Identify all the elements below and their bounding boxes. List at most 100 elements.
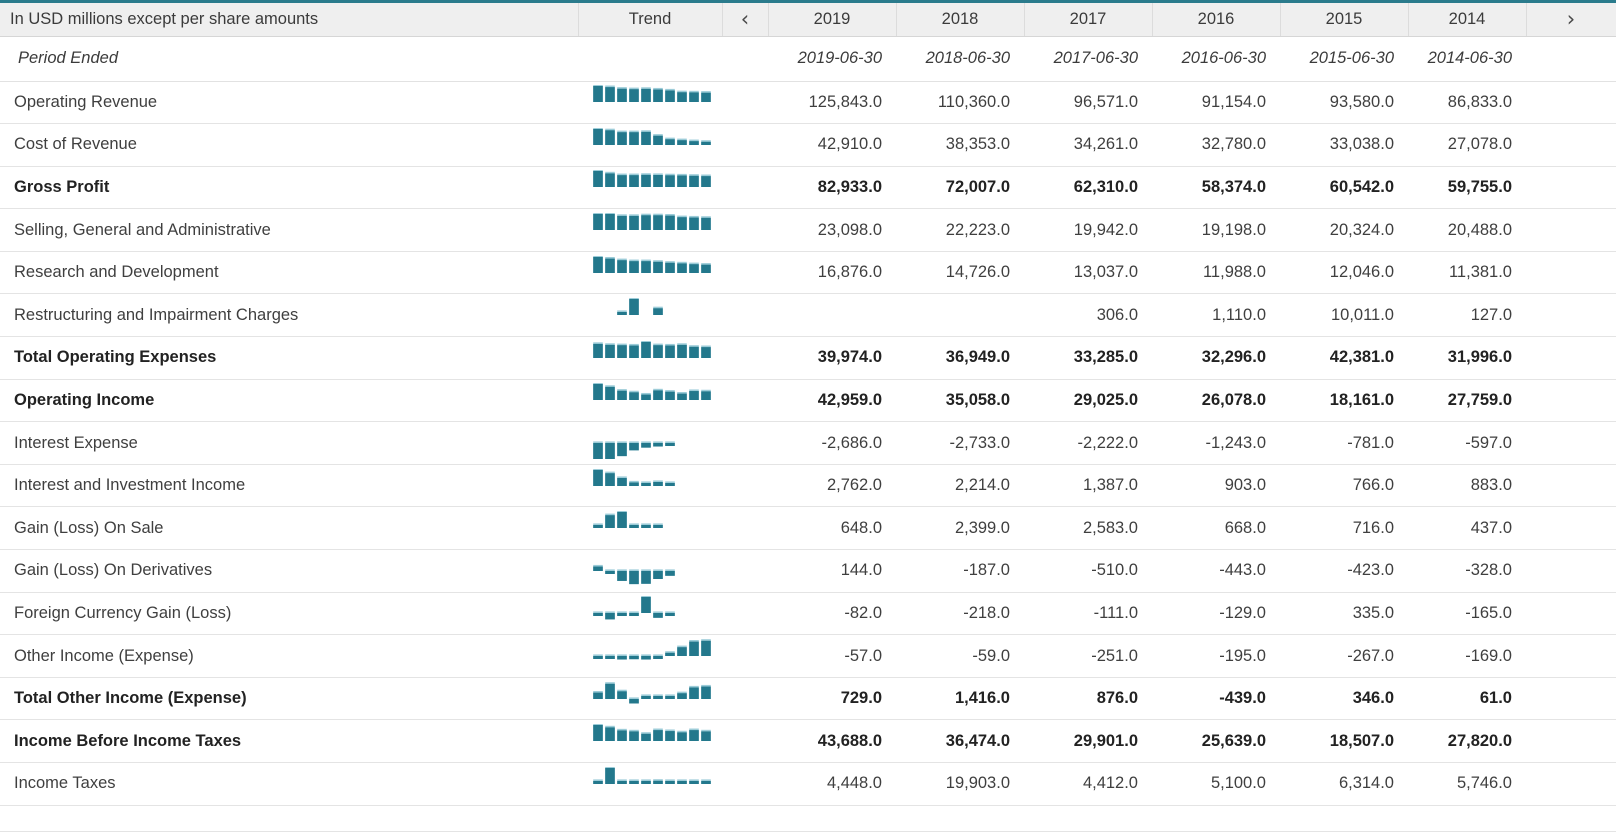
cell-value: 4,412.0 [1024,762,1152,806]
cell-value: 766.0 [1280,464,1408,508]
cell-value: -439.0 [1152,677,1280,721]
trend-sparkline [578,81,722,125]
header-year-1[interactable]: 2018 [896,3,1025,37]
trend-sparkline [578,336,722,380]
cell-value: 14,726.0 [896,251,1024,295]
cell-value: 91,154.0 [1152,81,1280,125]
cell-value: 306.0 [1024,293,1152,338]
nav-gap-cell-right [1526,464,1616,508]
header-year-4[interactable]: 2015 [1280,3,1409,37]
cell-value: 19,903.0 [896,762,1024,806]
cell-value: 2,762.0 [768,464,896,508]
cell-value: -187.0 [896,549,1024,593]
cell-value: 42,381.0 [1280,336,1408,380]
cell-value: 34,261.0 [1024,123,1152,167]
header-year-5[interactable]: 2014 [1408,3,1527,37]
nav-gap-cell-right [1526,336,1616,380]
header-year-0[interactable]: 2019 [768,3,897,37]
trend-sparkline [578,592,722,636]
cell-value: 1,416.0 [896,677,1024,721]
header-year-3[interactable]: 2016 [1152,3,1281,37]
header-label-column: In USD millions except per share amounts [0,3,579,37]
header-year-2[interactable]: 2017 [1024,3,1153,37]
cell-value: 6,314.0 [1280,762,1408,806]
cell-value: 26,078.0 [1152,379,1280,423]
prev-period-button[interactable]: ‹ [722,3,769,37]
row-label: Gain (Loss) On Sale [0,506,578,551]
row-label: Restructuring and Impairment Charges [0,293,578,338]
cell-value: 716.0 [1280,506,1408,551]
cell-value: 16,876.0 [768,251,896,295]
cell-value: -129.0 [1152,592,1280,636]
cell-value: 27,078.0 [1408,123,1526,167]
cell-value: 86,833.0 [1408,81,1526,125]
cell-value: 903.0 [1152,464,1280,508]
trend-sparkline [578,634,722,678]
cell-value: 27,759.0 [1408,379,1526,423]
cell-value: -111.0 [1024,592,1152,636]
table-row: Total Operating Expenses 39,974.0 36,949.0… [0,336,1616,380]
cell-value: 729.0 [768,677,896,721]
nav-gap-cell-right [1526,81,1616,125]
cell-value: 12,046.0 [1280,251,1408,295]
income-statement-table: In USD millions except per share amounts… [0,3,1616,806]
nav-gap-cell-right [1526,592,1616,636]
nav-gap-cell [722,123,768,167]
chevron-right-icon: › [1566,6,1576,31]
nav-gap-cell-right [1526,421,1616,465]
cell-value: -218.0 [896,592,1024,636]
header-trend-column: Trend [578,3,723,37]
table-row: Total Other Income (Expense) 729.0 1,416.0… [0,677,1616,721]
cell-value: -57.0 [768,634,896,678]
nav-gap-cell [722,208,768,252]
row-label: Operating Revenue [0,81,578,125]
table-header: In USD millions except per share amounts… [0,3,1616,37]
row-label: Interest and Investment Income [0,464,578,508]
cell-value: -251.0 [1024,634,1152,678]
financial-statement-table: In USD millions except per share amounts… [0,0,1616,832]
cell-value: -443.0 [1152,549,1280,593]
nav-gap-cell-right [1526,293,1616,338]
table-row: Operating Income 42,959.0 35,058.0 29,025.0… [0,379,1616,423]
cell-value: 4,448.0 [768,762,896,806]
cell-value [896,293,1024,338]
cell-value: 96,571.0 [1024,81,1152,125]
next-period-button[interactable]: › [1526,3,1616,37]
cell-value: 33,285.0 [1024,336,1152,380]
period-trend-blank [578,36,722,82]
row-label: Income Taxes [0,762,578,806]
row-label: Research and Development [0,251,578,295]
cell-value: -82.0 [768,592,896,636]
nav-gap-cell [722,251,768,295]
cell-value: 22,223.0 [896,208,1024,252]
cell-value: 346.0 [1280,677,1408,721]
nav-gap-cell-right [1526,166,1616,210]
cell-value: -2,222.0 [1024,421,1152,465]
trend-sparkline [578,379,722,423]
cell-value: 31,996.0 [1408,336,1526,380]
table-row: Restructuring and Impairment Charges 306.… [0,293,1616,338]
trend-sparkline [578,549,722,593]
cell-value: 20,488.0 [1408,208,1526,252]
cell-value: -2,733.0 [896,421,1024,465]
cell-value: 29,025.0 [1024,379,1152,423]
row-label: Foreign Currency Gain (Loss) [0,592,578,636]
nav-gap-cell-right [1526,251,1616,295]
trend-sparkline [578,208,722,252]
cell-value: 19,198.0 [1152,208,1280,252]
period-nav-blank [722,36,768,82]
cell-value: 23,098.0 [768,208,896,252]
cell-value: 62,310.0 [1024,166,1152,210]
period-date-2: 2017-06-30 [1024,36,1152,82]
row-label: Gain (Loss) On Derivatives [0,549,578,593]
cell-value: 335.0 [1280,592,1408,636]
cell-value: 668.0 [1152,506,1280,551]
nav-gap-cell [722,379,768,423]
row-label: Interest Expense [0,421,578,465]
nav-gap-cell-right [1526,379,1616,423]
row-label: Total Other Income (Expense) [0,677,578,721]
table-row: Research and Development 16,876.0 14,726.0… [0,251,1616,295]
nav-gap-cell-right [1526,506,1616,551]
nav-gap-cell-right [1526,123,1616,167]
cell-value: 29,901.0 [1024,719,1152,763]
